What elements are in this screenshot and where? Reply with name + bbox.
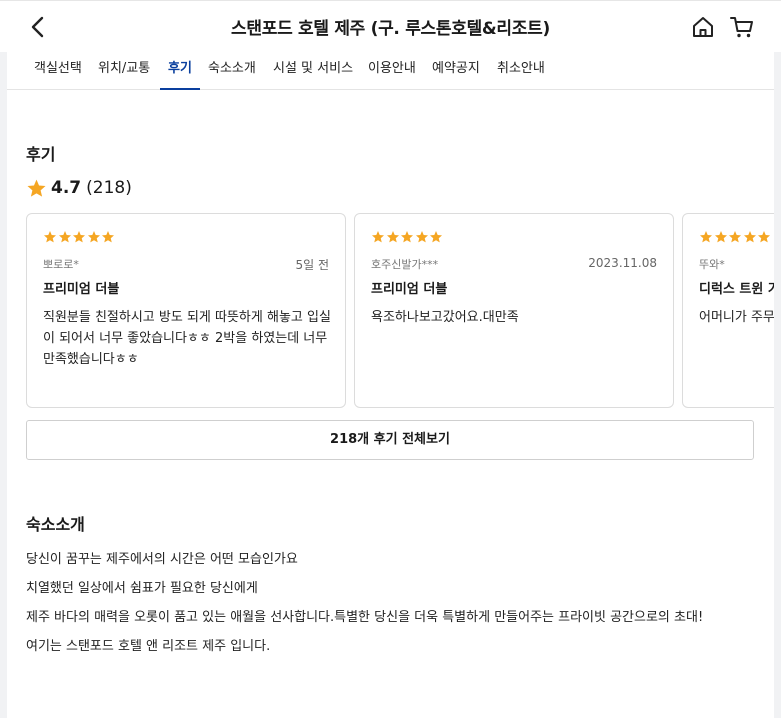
review-carousel[interactable]: 뽀로로* 5일 전 프리미엄 더블 직원분들 친절하시고 방도 되게 따뜻하게 … xyxy=(26,213,774,409)
star-icon xyxy=(386,231,399,243)
star-icon xyxy=(87,231,100,243)
review-card[interactable]: 뽀로로* 5일 전 프리미엄 더블 직원분들 친절하시고 방도 되게 따뜻하게 … xyxy=(26,213,346,408)
star-icon xyxy=(371,231,385,243)
tab-usage-info[interactable]: 이용안내 xyxy=(368,52,416,90)
review-date: 5일 전 xyxy=(295,258,329,272)
star-icon xyxy=(400,231,414,243)
review-count: (218) xyxy=(86,178,132,198)
view-all-reviews-button[interactable]: 218개 후기 전체보기 xyxy=(26,420,754,460)
tab-room-select[interactable]: 객실선택 xyxy=(34,52,82,90)
reviews-heading: 후기 xyxy=(26,145,56,164)
star-icon xyxy=(699,231,713,243)
star-rating xyxy=(371,230,444,244)
tab-reviews[interactable]: 후기 xyxy=(160,52,200,90)
star-icon xyxy=(101,231,115,243)
star-icon xyxy=(743,231,756,243)
cart-button[interactable] xyxy=(729,14,755,40)
page-gutter-left xyxy=(0,52,7,718)
home-button[interactable] xyxy=(690,14,716,40)
page-gutter-right xyxy=(774,52,781,718)
tab-cancellation[interactable]: 취소안내 xyxy=(497,52,545,90)
reviewer-name: 뚜와* xyxy=(699,258,725,271)
reviewer-name: 호주신발가*** xyxy=(371,258,439,271)
review-room-type: 디럭스 트윈 가든뷰 xyxy=(699,282,774,297)
intro-text-line: 치열했던 일상에서 쉼표가 필요한 당신에게 xyxy=(26,581,258,596)
intro-text-line: 당신이 꿈꾸는 제주에서의 시간은 어떤 모습인가요 xyxy=(26,552,298,567)
star-icon xyxy=(72,231,86,243)
cart-icon xyxy=(730,17,753,38)
tab-location[interactable]: 위치/교통 xyxy=(98,52,150,90)
tab-facilities[interactable]: 시설 및 서비스 xyxy=(273,52,353,90)
tab-reservation-notice[interactable]: 예약공지 xyxy=(432,52,480,90)
review-date: 2023.11.08 xyxy=(588,256,657,270)
intro-text-line: 여기는 스탠포드 호텔 앤 리조트 제주 입니다. xyxy=(26,639,271,654)
star-icon xyxy=(757,231,771,243)
star-icon xyxy=(58,231,71,243)
intro-text-line: 제주 바다의 매력을 오롯이 품고 있는 애월을 선사합니다.특별한 당신을 더… xyxy=(26,610,704,625)
review-card[interactable]: 호주신발가*** 2023.11.08 프리미엄 더블 욕조하나보고갔어요.대만… xyxy=(354,213,674,408)
rating-score: 4.7 xyxy=(51,178,82,198)
review-text: 직원분들 친절하시고 방도 되게 따뜻하게 해놓고 입실이 되어서 너무 좋았습… xyxy=(43,310,331,367)
review-room-type: 프리미엄 더블 xyxy=(371,282,448,297)
reviewer-name: 뽀로로* xyxy=(43,258,79,271)
star-icon xyxy=(714,231,727,243)
star-rating xyxy=(43,230,116,244)
star-icon xyxy=(43,231,57,243)
home-icon xyxy=(693,17,713,37)
review-card[interactable]: 뚜와* 디럭스 트윈 가든뷰 어머니가 주무시기 좋았다고 합니다 xyxy=(682,213,774,408)
intro-heading: 숙소소개 xyxy=(26,515,85,534)
tab-property-intro[interactable]: 숙소소개 xyxy=(208,52,256,90)
star-icon xyxy=(415,231,428,243)
star-icon xyxy=(429,231,443,243)
review-text: 어머니가 주무시기 좋았다고 합니다 xyxy=(699,310,774,325)
star-icon xyxy=(728,231,742,243)
page-title: 스탠포드 호텔 제주 (구. 루스톤호텔&리조트) xyxy=(231,19,550,39)
review-text: 욕조하나보고갔어요.대만족 xyxy=(371,310,519,325)
star-icon xyxy=(27,179,46,197)
review-room-type: 프리미엄 더블 xyxy=(43,282,120,297)
top-app-bar: 스탠포드 호텔 제주 (구. 루스톤호텔&리조트) xyxy=(0,0,781,52)
star-rating xyxy=(699,230,772,244)
rating-summary: 4.7 (218) xyxy=(26,176,132,200)
section-tab-bar: 객실선택 위치/교통 후기 숙소소개 시설 및 서비스 이용안내 예약공지 취소… xyxy=(7,52,774,90)
